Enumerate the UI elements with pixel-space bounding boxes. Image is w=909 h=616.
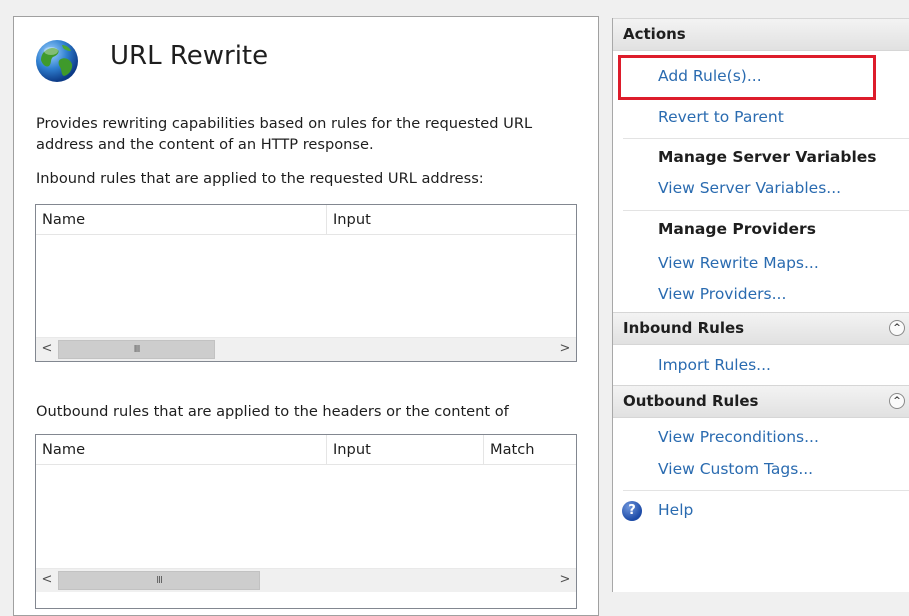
column-header-input[interactable]: Input	[326, 435, 483, 464]
add-rules-link[interactable]: Add Rule(s)...	[658, 67, 762, 85]
scroll-right-button[interactable]: >	[554, 338, 576, 361]
outbound-rules-label: Outbound rules that are applied to the h…	[36, 403, 509, 420]
collapse-chevron-icon[interactable]: ^	[889, 320, 905, 336]
divider	[623, 210, 909, 211]
view-server-variables-link[interactable]: View Server Variables...	[658, 179, 841, 197]
inbound-rules-section-label: Inbound Rules	[623, 319, 745, 337]
divider	[623, 138, 909, 139]
inbound-rules-grid[interactable]: Name Input < III >	[35, 204, 577, 362]
scroll-thumb[interactable]: III	[58, 340, 215, 359]
inbound-rules-section-header[interactable]: Inbound Rules ^	[613, 312, 909, 345]
view-preconditions-link[interactable]: View Preconditions...	[658, 428, 819, 446]
scroll-right-button[interactable]: >	[554, 569, 576, 592]
actions-pane: Actions Add Rule(s)... Revert to Parent …	[612, 18, 909, 592]
view-rewrite-maps-link[interactable]: View Rewrite Maps...	[658, 254, 819, 272]
column-header-name[interactable]: Name	[36, 435, 326, 464]
actions-header: Actions	[613, 18, 909, 51]
column-header-name[interactable]: Name	[36, 205, 326, 234]
page-title: URL Rewrite	[110, 41, 269, 71]
feature-description: Provides rewriting capabilities based on…	[36, 115, 533, 153]
inbound-horizontal-scrollbar[interactable]: < III >	[36, 337, 576, 361]
outbound-rules-section-label: Outbound Rules	[623, 392, 759, 410]
outbound-rules-grid[interactable]: Name Input Match < III >	[35, 434, 577, 609]
manage-server-variables-heading: Manage Server Variables	[658, 148, 877, 166]
view-custom-tags-link[interactable]: View Custom Tags...	[658, 460, 813, 478]
inbound-rules-label: Inbound rules that are applied to the re…	[36, 170, 484, 187]
scroll-left-button[interactable]: <	[36, 569, 58, 592]
collapse-chevron-icon[interactable]: ^	[889, 393, 905, 409]
help-link[interactable]: Help	[658, 501, 693, 519]
manage-providers-heading: Manage Providers	[658, 220, 816, 238]
column-header-match[interactable]: Match	[483, 435, 576, 464]
outbound-rules-section-header[interactable]: Outbound Rules ^	[613, 385, 909, 418]
divider	[623, 490, 909, 491]
column-header-input[interactable]: Input	[326, 205, 576, 234]
feature-pane: URL Rewrite Provides rewriting capabilit…	[13, 16, 599, 616]
revert-to-parent-link[interactable]: Revert to Parent	[658, 108, 784, 126]
help-icon[interactable]: ?	[622, 501, 642, 521]
globe-icon	[36, 40, 78, 82]
import-rules-link[interactable]: Import Rules...	[658, 356, 771, 374]
outbound-grid-header: Name Input Match	[36, 435, 576, 465]
scroll-left-button[interactable]: <	[36, 338, 58, 361]
inbound-grid-header: Name Input	[36, 205, 576, 235]
scroll-thumb[interactable]: III	[58, 571, 260, 590]
view-providers-link[interactable]: View Providers...	[658, 285, 786, 303]
outbound-horizontal-scrollbar[interactable]: < III >	[36, 568, 576, 592]
